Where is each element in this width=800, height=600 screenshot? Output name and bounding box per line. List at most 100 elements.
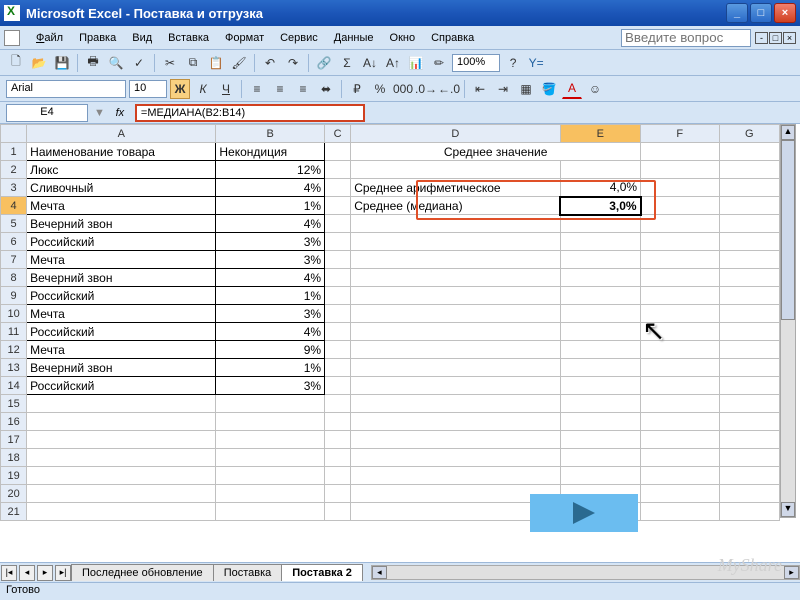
cell[interactable]: 1% xyxy=(216,197,325,215)
row-header[interactable]: 10 xyxy=(1,305,27,323)
menu-window[interactable]: Окно xyxy=(382,29,424,47)
cell[interactable]: Российский xyxy=(27,287,216,305)
align-right-icon[interactable]: ≡ xyxy=(293,79,313,99)
print-icon[interactable]: 🖶 xyxy=(83,53,103,73)
menu-file[interactable]: Файл xyxy=(28,29,71,47)
font-color-icon[interactable]: A xyxy=(562,79,582,99)
autosum-icon[interactable]: Σ xyxy=(337,53,357,73)
row-header[interactable]: 4 xyxy=(1,197,27,215)
sort-desc-icon[interactable]: A↑ xyxy=(383,53,403,73)
scroll-thumb[interactable] xyxy=(781,140,795,320)
align-left-icon[interactable]: ≡ xyxy=(247,79,267,99)
open-icon[interactable]: 📂 xyxy=(29,53,49,73)
cell[interactable]: 3% xyxy=(216,305,325,323)
tab-nav-next[interactable]: ▸ xyxy=(37,565,53,581)
cut-icon[interactable]: ✂ xyxy=(160,53,180,73)
doc-close-button[interactable]: × xyxy=(783,32,796,44)
cell[interactable] xyxy=(719,143,779,161)
cell[interactable]: 4% xyxy=(216,323,325,341)
cell[interactable]: 1% xyxy=(216,359,325,377)
comma-icon[interactable]: 000 xyxy=(393,79,413,99)
cell[interactable]: 12% xyxy=(216,161,325,179)
maximize-button[interactable]: □ xyxy=(750,3,772,23)
copy-icon[interactable]: ⧉ xyxy=(183,53,203,73)
cell[interactable]: 4% xyxy=(216,215,325,233)
cell[interactable]: Мечта xyxy=(27,341,216,359)
save-icon[interactable]: 💾 xyxy=(52,53,72,73)
row-header[interactable]: 14 xyxy=(1,377,27,395)
menu-help[interactable]: Справка xyxy=(423,29,482,47)
play-shape[interactable] xyxy=(530,494,638,532)
select-all-corner[interactable] xyxy=(1,125,27,143)
vertical-scrollbar[interactable]: ▲ ▼ xyxy=(780,124,796,518)
menu-service[interactable]: Сервис xyxy=(272,29,326,47)
cell[interactable]: Некондиция xyxy=(216,143,325,161)
sheet-tab[interactable]: Поставка xyxy=(213,564,283,581)
cell[interactable] xyxy=(325,143,351,161)
minimize-button[interactable]: _ xyxy=(726,3,748,23)
cell[interactable]: Люкс xyxy=(27,161,216,179)
hyperlink-icon[interactable]: 🔗 xyxy=(314,53,334,73)
cell[interactable]: Вечерний звон xyxy=(27,359,216,377)
col-header-C[interactable]: C xyxy=(325,125,351,143)
italic-button[interactable]: К xyxy=(193,79,213,99)
col-header-E[interactable]: E xyxy=(560,125,641,143)
underline-button[interactable]: Ч xyxy=(216,79,236,99)
inc-decimal-icon[interactable]: .0→ xyxy=(416,79,436,99)
cell[interactable]: 9% xyxy=(216,341,325,359)
cell[interactable]: Сливочный xyxy=(27,179,216,197)
cell[interactable]: Мечта xyxy=(27,251,216,269)
fx-toolbar-icon[interactable]: Y= xyxy=(526,53,546,73)
cell[interactable]: Российский xyxy=(27,233,216,251)
row-header[interactable]: 2 xyxy=(1,161,27,179)
dec-decimal-icon[interactable]: ←.0 xyxy=(439,79,459,99)
worksheet-grid[interactable]: A B C D E F G 1 Наименование товара Неко… xyxy=(0,124,800,562)
smiley-icon[interactable]: ☺ xyxy=(585,79,605,99)
row-header[interactable]: 3 xyxy=(1,179,27,197)
scroll-right-button[interactable]: ▸ xyxy=(784,566,799,579)
cell[interactable]: Наименование товара xyxy=(27,143,216,161)
row-header[interactable]: 12 xyxy=(1,341,27,359)
currency-icon[interactable]: ₽ xyxy=(347,79,367,99)
cell[interactable]: Российский xyxy=(27,377,216,395)
new-icon[interactable]: 🗋 xyxy=(6,53,26,73)
inc-indent-icon[interactable]: ⇥ xyxy=(493,79,513,99)
row-header[interactable]: 18 xyxy=(1,449,27,467)
cell[interactable]: Мечта xyxy=(27,305,216,323)
drawing-icon[interactable]: ✏ xyxy=(429,53,449,73)
cell[interactable]: 3% xyxy=(216,377,325,395)
cell[interactable]: Российский xyxy=(27,323,216,341)
row-header[interactable]: 21 xyxy=(1,503,27,521)
format-painter-icon[interactable]: 🖌 xyxy=(229,53,249,73)
row-header[interactable]: 1 xyxy=(1,143,27,161)
row-header[interactable]: 15 xyxy=(1,395,27,413)
sort-asc-icon[interactable]: A↓ xyxy=(360,53,380,73)
tab-nav-last[interactable]: ▸| xyxy=(55,565,71,581)
fx-icon[interactable]: fx xyxy=(111,107,129,119)
tab-nav-first[interactable]: |◂ xyxy=(1,565,17,581)
cell[interactable]: 3% xyxy=(216,251,325,269)
col-header-A[interactable]: A xyxy=(27,125,216,143)
tab-nav-prev[interactable]: ◂ xyxy=(19,565,35,581)
cell[interactable]: 4% xyxy=(216,179,325,197)
merge-icon[interactable]: ⬌ xyxy=(316,79,336,99)
menu-insert[interactable]: Вставка xyxy=(160,29,217,47)
doc-restore-button[interactable]: □ xyxy=(769,32,782,44)
ask-question-input[interactable] xyxy=(621,29,751,47)
cell[interactable]: 1% xyxy=(216,287,325,305)
percent-icon[interactable]: % xyxy=(370,79,390,99)
horizontal-scrollbar[interactable]: ◂ ▸ xyxy=(371,565,800,580)
cell[interactable]: Среднее значение xyxy=(351,143,641,161)
cell[interactable] xyxy=(641,143,720,161)
sheet-tab-active[interactable]: Поставка 2 xyxy=(281,564,363,581)
sheet-tab[interactable]: Последнее обновление xyxy=(71,564,214,581)
cell[interactable]: 3% xyxy=(216,233,325,251)
row-header[interactable]: 6 xyxy=(1,233,27,251)
zoom-select[interactable]: 100% xyxy=(452,54,500,72)
close-button[interactable]: × xyxy=(774,3,796,23)
menu-view[interactable]: Вид xyxy=(124,29,160,47)
cell[interactable]: Вечерний звон xyxy=(27,269,216,287)
row-header[interactable]: 17 xyxy=(1,431,27,449)
preview-icon[interactable]: 🔍 xyxy=(106,53,126,73)
doc-minimize-button[interactable]: - xyxy=(755,32,768,44)
